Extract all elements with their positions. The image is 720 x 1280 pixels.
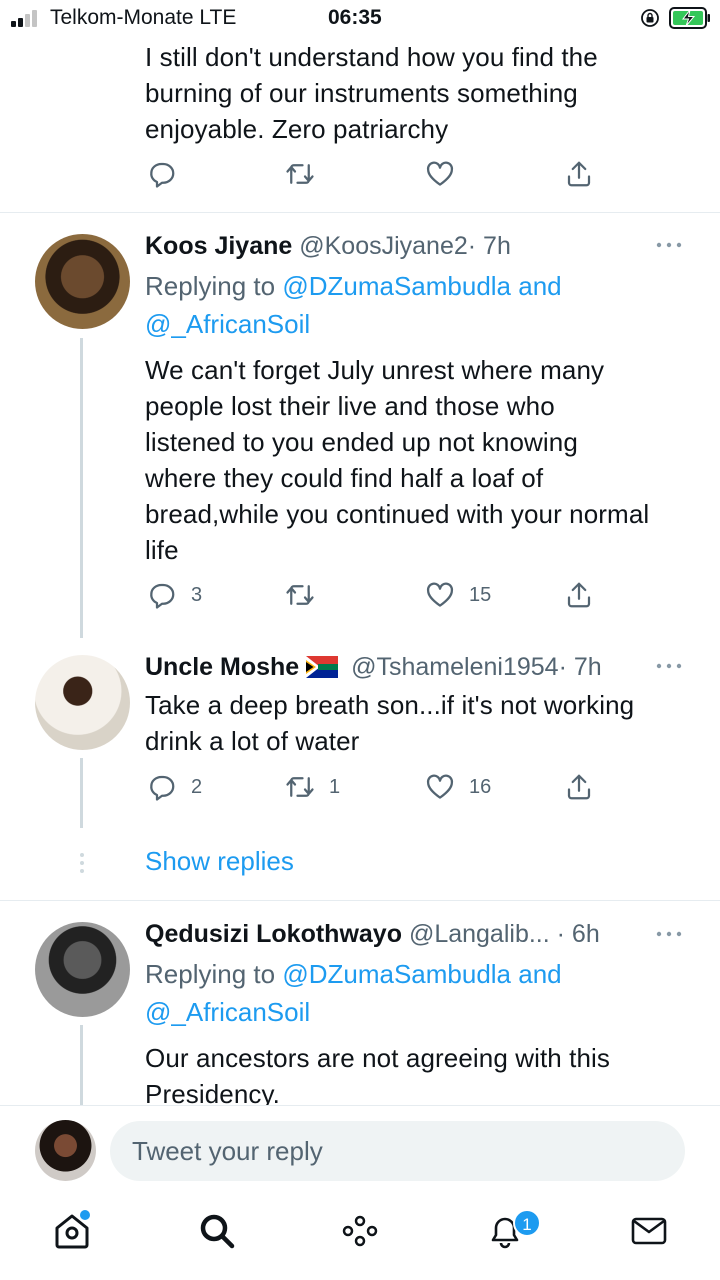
- tweet-time: · 7h: [467, 232, 511, 260]
- tweet-text: I still don't understand how you find th…: [145, 42, 598, 144]
- user-handle: @Langalib...: [408, 920, 550, 948]
- tweet-text: Take a deep breath son...if it's not wor…: [145, 690, 635, 756]
- user-handle: @Tshameleni1954: [351, 653, 559, 681]
- like-count: 16: [469, 775, 492, 798]
- share-button[interactable]: [564, 771, 594, 803]
- reply-button[interactable]: [147, 158, 177, 190]
- share-icon: [567, 774, 591, 800]
- user-handle: @KoosJiyane2: [299, 232, 468, 260]
- display-name[interactable]: Qedusizi Lokothwayo: [145, 920, 402, 948]
- notifications-badge: 1: [513, 1209, 541, 1237]
- reply-count: 2: [191, 775, 203, 798]
- tweet-header: Qedusizi Lokothwayo @Langalib... · 6h: [145, 918, 600, 950]
- more-options-icon[interactable]: [655, 662, 683, 670]
- more-options-icon[interactable]: [655, 930, 683, 938]
- search-icon[interactable]: [195, 1209, 239, 1253]
- avatar[interactable]: [35, 1120, 96, 1181]
- display-name[interactable]: Koos Jiyane: [145, 232, 292, 260]
- tweet-time: · 7h: [558, 653, 602, 681]
- thread-line: [80, 758, 83, 828]
- like-button[interactable]: 16: [425, 771, 491, 803]
- display-name[interactable]: Uncle Moshe: [145, 653, 299, 681]
- heart-icon: [426, 161, 454, 186]
- reply-button[interactable]: 2: [147, 771, 202, 803]
- mention-link[interactable]: @DZumaSambudla and: [282, 959, 561, 989]
- share-button[interactable]: [564, 158, 594, 190]
- avatar[interactable]: [35, 922, 130, 1017]
- battery-charging-icon: [669, 7, 710, 29]
- retweet-button[interactable]: 1: [285, 771, 340, 803]
- mention-link[interactable]: @_AfricanSoil: [145, 997, 310, 1027]
- share-button[interactable]: [564, 579, 594, 611]
- avatar[interactable]: [35, 234, 130, 329]
- retweet-button[interactable]: [285, 579, 315, 611]
- tweet-text: We can't forget July unrest where many p…: [145, 355, 650, 565]
- reply-input[interactable]: [110, 1121, 685, 1181]
- carrier-name: Telkom-Monate LTE: [50, 6, 237, 29]
- reply-count: 3: [191, 583, 203, 606]
- thread-line: [80, 338, 83, 638]
- mention-link[interactable]: @DZumaSambudla and: [282, 271, 561, 301]
- more-options-icon[interactable]: [655, 241, 683, 249]
- like-button[interactable]: 15: [425, 579, 491, 611]
- show-replies-link[interactable]: Show replies: [145, 846, 294, 877]
- retweet-icon: [286, 585, 314, 605]
- messages-icon[interactable]: [627, 1209, 671, 1253]
- tweet-text: Our ancestors are not agreeing with this…: [145, 1043, 611, 1109]
- status-time: 06:35: [328, 6, 382, 29]
- avatar[interactable]: [35, 655, 130, 750]
- thread-dots-icon: [80, 853, 84, 873]
- south-africa-flag-icon: [306, 656, 339, 678]
- replying-to: Replying to @DZumaSambudla and @_African…: [145, 959, 562, 1027]
- retweet-icon: [286, 164, 314, 184]
- new-content-dot: [80, 1210, 90, 1220]
- like-button[interactable]: [425, 158, 455, 190]
- reply-icon: [150, 583, 175, 609]
- retweet-count: 1: [329, 775, 341, 798]
- divider: [0, 900, 720, 901]
- retweet-icon: [286, 777, 314, 797]
- reply-icon: [150, 775, 175, 801]
- spaces-icon[interactable]: [338, 1209, 382, 1253]
- like-count: 15: [469, 583, 492, 606]
- reply-composer: [0, 1105, 720, 1195]
- bottom-nav: [0, 1195, 720, 1280]
- tweet-time: · 6h: [556, 920, 600, 948]
- tweet-header: Uncle Moshe @Tshameleni1954· 7h: [145, 651, 602, 683]
- tweet-header: Koos Jiyane @KoosJiyane2· 7h: [145, 230, 511, 262]
- reply-button[interactable]: 3: [147, 579, 202, 611]
- retweet-button[interactable]: [285, 158, 315, 190]
- heart-icon: [426, 774, 454, 799]
- mention-link[interactable]: @_AfricanSoil: [145, 309, 310, 339]
- replying-to: Replying to @DZumaSambudla and @_African…: [145, 271, 562, 339]
- reply-icon: [150, 162, 175, 188]
- heart-icon: [426, 582, 454, 607]
- thread-line: [80, 1025, 83, 1105]
- status-bar: Telkom-Monate LTE 06:35: [0, 0, 720, 36]
- divider: [0, 212, 720, 213]
- rotation-lock-icon: [641, 9, 659, 27]
- signal-strength-icon: [11, 9, 41, 27]
- share-icon: [567, 582, 591, 608]
- share-icon: [567, 161, 591, 187]
